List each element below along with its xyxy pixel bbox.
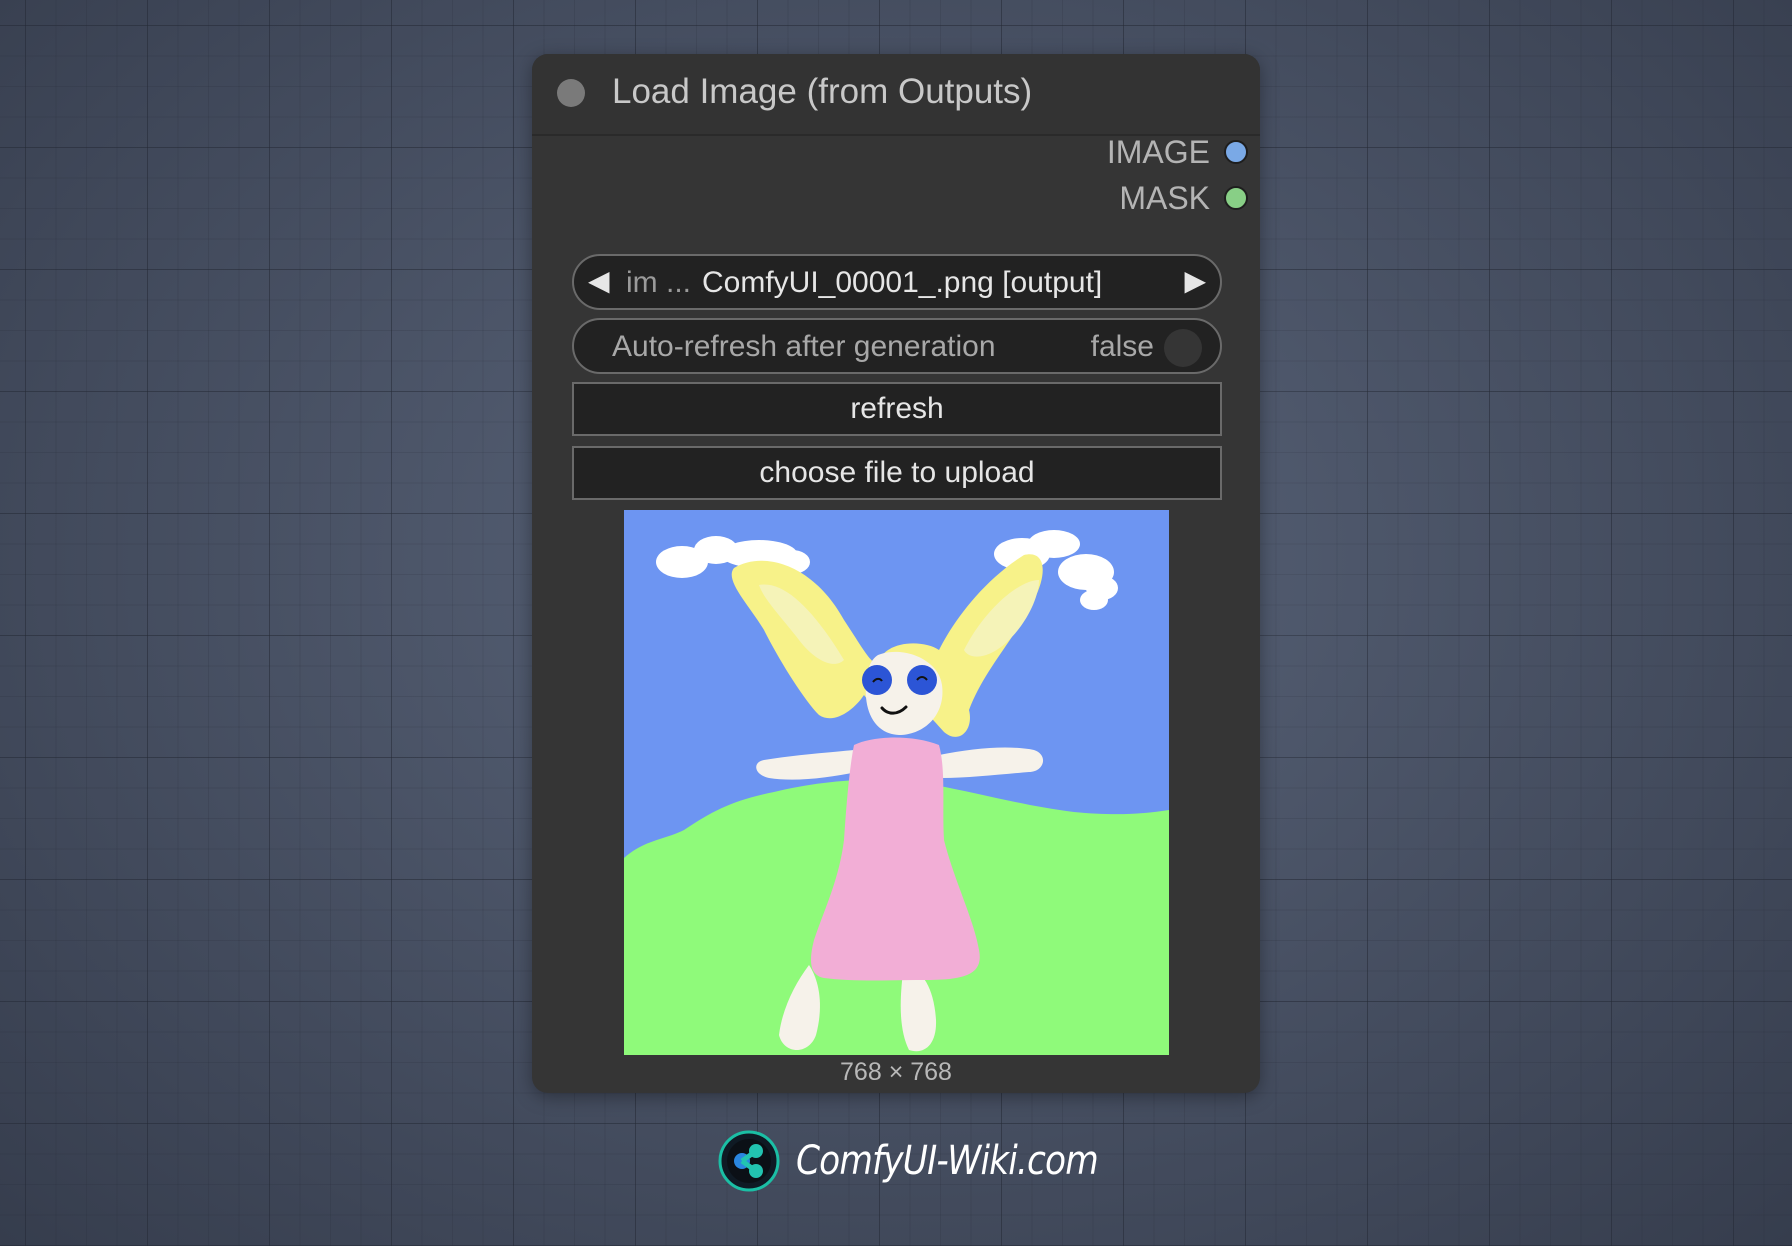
combo-widget-value[interactable]: ComfyUI_00001_.png [output] xyxy=(702,266,1102,300)
node-title: Load Image (from Outputs) xyxy=(612,72,1033,111)
output-mask-row[interactable]: MASK xyxy=(960,178,1260,218)
image-preview xyxy=(624,510,1169,1055)
image-output-slot-icon[interactable] xyxy=(1224,140,1248,164)
node-header[interactable]: Load Image (from Outputs) xyxy=(532,54,1260,136)
image-combo-widget[interactable]: ◀ im ... ComfyUI_00001_.png [output] ▶ xyxy=(572,254,1222,310)
auto-refresh-value: false xyxy=(1090,330,1154,363)
output-image-row[interactable]: IMAGE xyxy=(960,132,1260,172)
toggle-knob-icon[interactable] xyxy=(1164,329,1202,367)
load-image-node[interactable]: Load Image (from Outputs) IMAGE MASK ◀ i… xyxy=(532,54,1260,1093)
output-label-image: IMAGE xyxy=(1106,134,1210,170)
collapse-toggle-icon[interactable] xyxy=(557,79,585,107)
auto-refresh-toggle[interactable]: Auto-refresh after generation false xyxy=(572,318,1222,374)
output-label-mask: MASK xyxy=(1119,180,1210,216)
brand-text: ComfyUI-Wiki.com xyxy=(796,1138,1099,1184)
auto-refresh-label: Auto-refresh after generation xyxy=(612,330,996,363)
next-arrow-icon[interactable]: ▶ xyxy=(1184,264,1206,297)
refresh-button[interactable]: refresh xyxy=(572,382,1222,436)
mask-output-slot-icon[interactable] xyxy=(1224,186,1248,210)
upload-button[interactable]: choose file to upload xyxy=(572,446,1222,500)
comfyui-wiki-logo-icon xyxy=(718,1130,780,1192)
brand-watermark: ComfyUI-Wiki.com xyxy=(718,1130,1099,1194)
combo-widget-name: im ... xyxy=(626,266,691,299)
prev-arrow-icon[interactable]: ◀ xyxy=(588,264,610,297)
image-dimensions: 768 × 768 xyxy=(840,1058,952,1086)
